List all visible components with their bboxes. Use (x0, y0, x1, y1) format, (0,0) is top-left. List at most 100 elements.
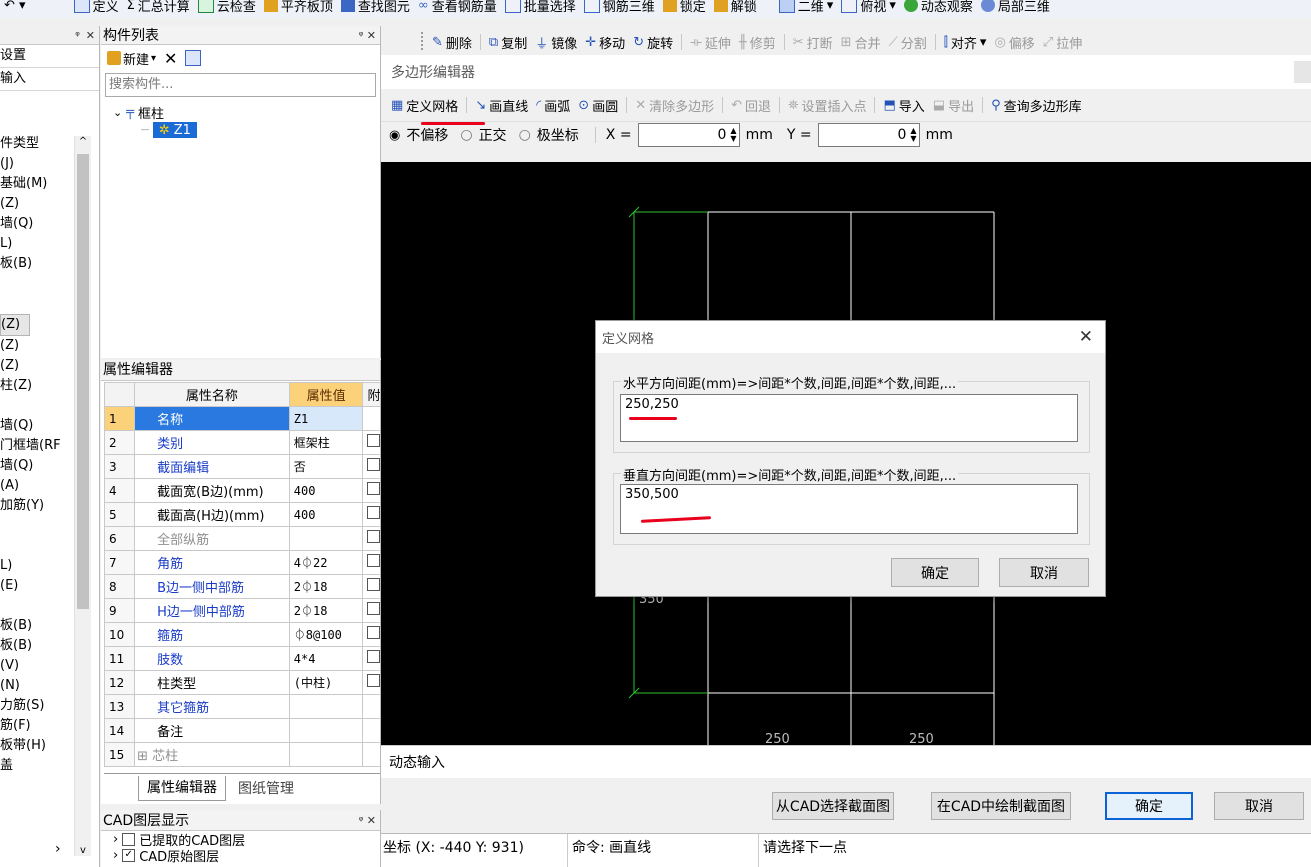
select-from-cad-button[interactable]: 从CAD选择截面图 (772, 792, 894, 820)
attach-checkbox-cell[interactable] (362, 478, 380, 503)
property-value[interactable]: Z1 (288, 406, 364, 431)
scroll-down-icon[interactable]: v (75, 845, 91, 856)
unlock-button[interactable]: 解锁 (710, 0, 761, 15)
property-row[interactable]: 15 ⊞ 芯柱 (103, 742, 380, 767)
attach-checkbox[interactable] (367, 578, 380, 591)
property-row[interactable]: 14 备注 (103, 718, 380, 743)
attach-checkbox-cell[interactable] (362, 406, 380, 431)
property-value[interactable] (288, 694, 364, 719)
attach-checkbox-cell[interactable] (362, 598, 380, 623)
tab-property-editor[interactable]: 属性编辑器 (138, 776, 226, 801)
property-value[interactable]: ⏀8@100 (288, 622, 364, 647)
attach-checkbox-cell[interactable] (362, 526, 380, 551)
offset-button[interactable]: ◎ 偏移 (990, 29, 1038, 55)
attach-checkbox-cell[interactable] (362, 574, 380, 599)
property-value[interactable]: 2⏀18 (288, 574, 364, 599)
attach-checkbox-cell[interactable] (362, 622, 380, 647)
horizontal-spacing-input[interactable]: 250,250 (620, 394, 1078, 442)
top-view-dropdown[interactable]: 俯视 ▾ (837, 0, 900, 15)
property-value[interactable] (288, 526, 364, 551)
dynamic-observe-button[interactable]: 动态观察 (900, 0, 977, 15)
property-row[interactable]: 13 其它箍筋 (103, 694, 380, 719)
radio-orthogonal[interactable]: ○ (460, 127, 472, 143)
editor-cancel-button[interactable]: 取消 (1214, 792, 1304, 820)
search-tool-button[interactable]: ⚲ 查询多边形库 (987, 89, 1086, 121)
property-row[interactable]: 3 截面编辑否 (103, 454, 380, 479)
rebar-3d-button[interactable]: 钢筋三维 (580, 0, 659, 15)
export-tool-button[interactable]: ⬓ 导出 (929, 89, 978, 121)
move-button[interactable]: ✛ 移动 (581, 29, 629, 55)
property-value[interactable]: 否 (288, 454, 364, 479)
left-list-item[interactable]: (Z) (0, 314, 30, 336)
stretch-button[interactable]: ⤢ 拉伸 (1039, 29, 1086, 55)
close-icon[interactable]: ✕ (86, 29, 95, 42)
pin-icon[interactable]: ᵠ ✕ (359, 814, 376, 827)
editor-ok-button[interactable]: 确定 (1105, 792, 1193, 820)
property-row[interactable]: 5 截面高(H边)(mm) 400 (103, 502, 380, 527)
property-value[interactable] (288, 718, 364, 743)
property-value[interactable]: 框架柱 (288, 430, 364, 455)
tree-node-z1[interactable]: ┈ ✲ Z1 (141, 121, 380, 139)
property-row[interactable]: 10 箍筋 ⏀8@100 (103, 622, 380, 647)
chevron-right-icon[interactable]: › (113, 832, 118, 847)
spinner-icon[interactable]: ▲ ▼ (730, 127, 736, 143)
break-button[interactable]: ✂ 打断 (789, 29, 837, 55)
x-coordinate-input[interactable]: 0 ▲ ▼ (637, 123, 740, 147)
property-row[interactable]: 7 角筋 4⏀22 (103, 550, 380, 575)
property-value[interactable] (288, 742, 364, 767)
attach-checkbox[interactable] (367, 602, 380, 615)
grid-tool-button[interactable]: ▦ 定义网格 (387, 89, 462, 121)
arc-tool-button[interactable]: ◜ 画弧 (532, 89, 574, 121)
view-2d-dropdown[interactable]: 二维 ▾ (775, 0, 838, 15)
window-close-area[interactable] (1294, 61, 1311, 83)
property-value[interactable]: 2⏀18 (288, 598, 364, 623)
y-coordinate-input[interactable]: 0 ▲ ▼ (817, 123, 920, 147)
attach-checkbox-cell[interactable] (362, 454, 380, 479)
expand-icon[interactable]: ⊞ (137, 749, 152, 764)
layer-checkbox-checked[interactable]: ✓ (122, 848, 136, 862)
split-button[interactable]: ⟋ 分割 (885, 29, 931, 55)
draw-in-cad-button[interactable]: 在CAD中绘制截面图 (931, 792, 1071, 820)
spinner-icon[interactable]: ▲ ▼ (910, 127, 916, 143)
copy-button[interactable]: ⧉ 复制 (485, 29, 531, 55)
left-top-item[interactable]: 输入 (0, 68, 99, 91)
property-row[interactable]: 6 全部纵筋 (103, 526, 380, 551)
tab-drawing-management[interactable]: 图纸管理 (226, 777, 306, 801)
attach-checkbox[interactable] (367, 674, 380, 687)
align-button[interactable]: ⫿ 对齐 ▾ (940, 29, 991, 55)
property-value[interactable]: 400 (288, 478, 364, 503)
radio-no-offset[interactable]: ◉ (389, 128, 400, 143)
property-row[interactable]: 8 B边一侧中部筋 2⏀18 (103, 574, 380, 599)
attach-checkbox-cell[interactable] (362, 430, 380, 455)
component-search-input[interactable]: 搜索构件... (105, 73, 376, 97)
vertical-spacing-input[interactable]: 350,500 (620, 484, 1078, 534)
find-element-button[interactable]: 查找图元 (337, 0, 414, 15)
line-tool-button[interactable]: ↘ 画直线 (471, 89, 532, 121)
insert-point-tool-button[interactable]: ⛯ 设置插入点 (784, 89, 870, 121)
property-row[interactable]: 2 类别 框架柱 (103, 430, 380, 455)
scroll-up-icon[interactable]: ^ (75, 136, 91, 152)
property-row[interactable]: 12 柱类型 (中柱) (103, 670, 380, 695)
undo-dropdown[interactable]: ↶ ▾ (0, 0, 30, 14)
left-bottom-chevron[interactable]: › (55, 841, 61, 857)
attach-checkbox[interactable] (367, 626, 380, 639)
attach-checkbox[interactable] (367, 506, 380, 519)
dialog-cancel-button[interactable]: 取消 (999, 558, 1089, 587)
attach-checkbox-cell[interactable] (362, 670, 380, 695)
property-value[interactable]: 4⏀22 (288, 550, 364, 575)
delete-button[interactable]: ✎ 删除 (428, 29, 476, 55)
cloud-check-button[interactable]: 云检查 (194, 0, 260, 15)
tree-node-frame-column[interactable]: ⌄ ╤ 框柱 (113, 103, 380, 122)
property-value[interactable]: (中柱) (288, 670, 364, 695)
extend-button[interactable]: ⟛ 延伸 (686, 29, 735, 55)
attach-checkbox-cell[interactable] (362, 646, 380, 671)
circle-tool-button[interactable]: ⊙ 画圆 (574, 89, 622, 121)
selected-component[interactable]: ✲ Z1 (152, 122, 197, 138)
import-tool-button[interactable]: ⬒ 导入 (879, 89, 928, 121)
rotate-button[interactable]: ↻ 旋转 (629, 29, 677, 55)
attach-checkbox-cell[interactable] (362, 550, 380, 575)
property-row[interactable]: 1 名称 Z1 (103, 406, 380, 431)
mirror-button[interactable]: ⏚ 镜像 (531, 29, 581, 55)
pin-icon[interactable]: ᵠ ✕ (359, 29, 376, 42)
scroll-thumb[interactable] (77, 154, 89, 609)
